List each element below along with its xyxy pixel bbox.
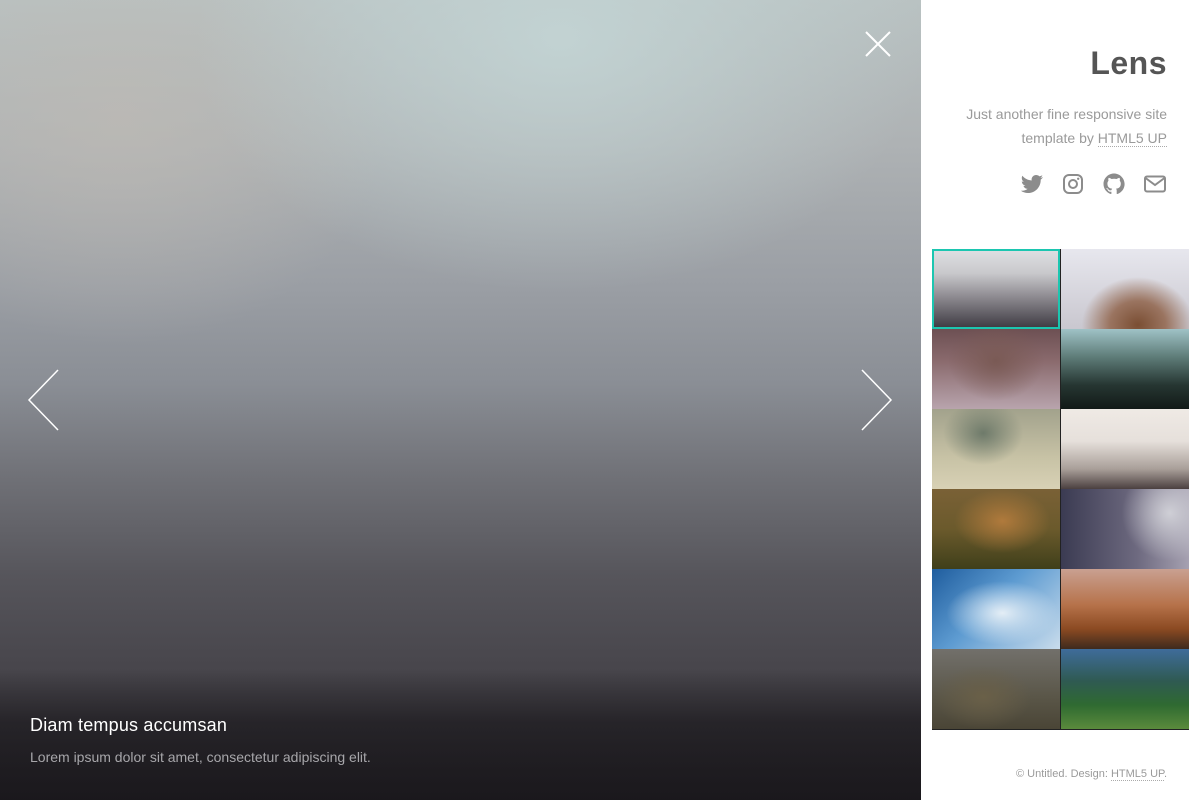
envelope-icon	[1144, 175, 1166, 193]
instagram-link[interactable]	[1061, 172, 1085, 196]
close-icon	[865, 31, 891, 57]
thumbnail-5[interactable]	[932, 409, 1060, 489]
thumbnail-12[interactable]	[1061, 649, 1189, 729]
footer-html5up-link[interactable]: HTML5 UP	[1110, 768, 1164, 781]
caption: Diam tempus accumsan Lorem ipsum dolor s…	[30, 714, 730, 766]
instagram-icon	[1063, 174, 1083, 194]
footer: © Untitled. Design: HTML5 UP.	[1016, 768, 1167, 781]
footer-copyright: © Untitled. Design:	[1016, 768, 1111, 780]
thumbnail-1[interactable]	[932, 249, 1060, 329]
html5up-link[interactable]: HTML5 UP	[1097, 130, 1167, 147]
twitter-icon	[1020, 175, 1043, 193]
footer-period: .	[1163, 768, 1167, 780]
github-link[interactable]	[1102, 172, 1126, 196]
caption-title: Diam tempus accumsan	[30, 715, 228, 735]
email-link[interactable]	[1143, 172, 1167, 196]
thumbnail-9[interactable]	[932, 569, 1060, 649]
twitter-link[interactable]	[1020, 172, 1044, 196]
site-title[interactable]: Lens	[1090, 45, 1167, 82]
github-icon	[1103, 173, 1125, 195]
caption-text: Lorem ipsum dolor sit amet, consectetur …	[30, 749, 371, 765]
thumbnail-grid	[932, 249, 1189, 730]
thumbnail-6[interactable]	[1061, 409, 1189, 489]
thumbnail-10[interactable]	[1061, 569, 1189, 649]
close-button[interactable]	[862, 28, 894, 60]
previous-button[interactable]	[26, 368, 60, 432]
chevron-right-icon	[861, 369, 893, 431]
thumbnail-11[interactable]	[932, 649, 1060, 729]
social-icons	[1020, 172, 1167, 196]
tagline: Just another fine responsive site templa…	[937, 102, 1167, 150]
thumbnail-2[interactable]	[1061, 249, 1189, 329]
sidebar: Lens Just another fine responsive site t…	[921, 0, 1200, 800]
thumbnail-8[interactable]	[1061, 489, 1189, 569]
thumbnail-4[interactable]	[1061, 329, 1189, 409]
thumbnail-7[interactable]	[932, 489, 1060, 569]
thumbnail-3[interactable]	[932, 329, 1060, 409]
next-button[interactable]	[860, 368, 894, 432]
chevron-left-icon	[27, 369, 59, 431]
main-viewer[interactable]: Diam tempus accumsan Lorem ipsum dolor s…	[0, 0, 921, 800]
